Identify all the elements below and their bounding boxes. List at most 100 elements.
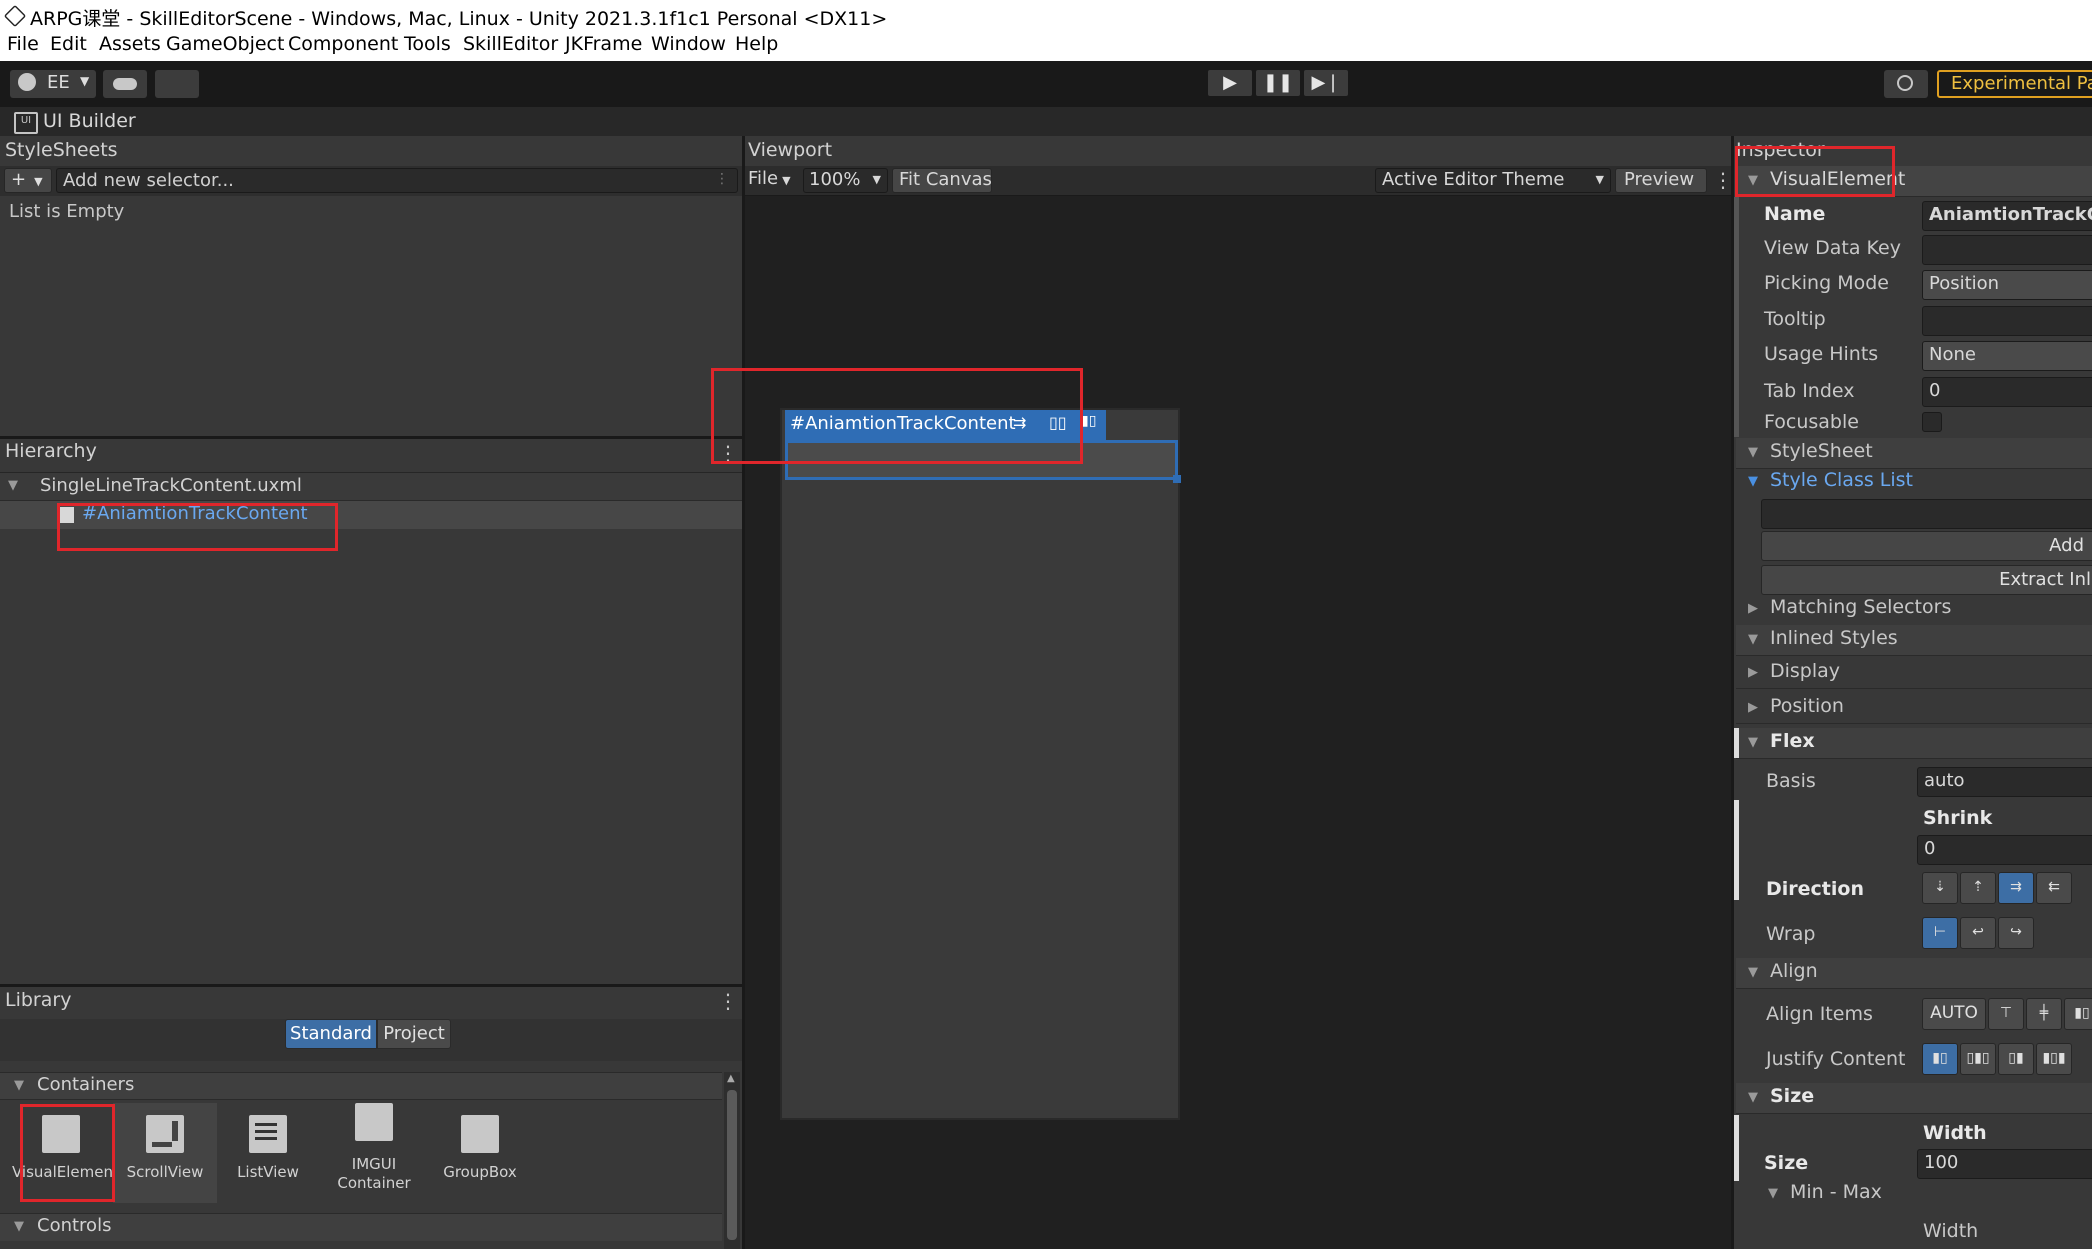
width-label: Width <box>1923 1122 1987 1144</box>
usage-hints-dropdown[interactable]: None <box>1922 341 2092 371</box>
wrap-reverse-button[interactable]: ↪ <box>1998 917 2034 949</box>
basis-field[interactable]: auto <box>1917 767 2092 797</box>
add-stylesheet-button[interactable]: + ▼ <box>4 168 52 193</box>
shrink-field[interactable]: 0 <box>1917 835 2092 865</box>
menu-tools[interactable]: Tools <box>404 33 451 55</box>
justify-space-between-button[interactable]: ▮▯▮ <box>2036 1043 2072 1075</box>
justify-start-button[interactable]: ▮▯ <box>1922 1043 1958 1075</box>
min-max-row[interactable]: ▼ Min - Max <box>1736 1181 2092 1209</box>
library-menu-icon[interactable]: ⋮ <box>718 989 738 1013</box>
tab-project[interactable]: Project <box>377 1019 451 1049</box>
viewport-file-menu[interactable]: File ▼ <box>748 168 798 193</box>
expand-caret-icon[interactable]: ▼ <box>1748 1090 1758 1105</box>
menu-edit[interactable]: Edit <box>50 33 87 55</box>
align-flex-start-button[interactable]: ⊤ <box>1988 998 2024 1030</box>
display-section[interactable]: ▶ Display <box>1736 658 2092 689</box>
matching-selectors-row[interactable]: ▶ Matching Selectors <box>1736 595 2092 625</box>
preview-button[interactable]: Preview <box>1615 168 1707 193</box>
inlined-styles-section[interactable]: ▼ Inlined Styles <box>1736 625 2092 656</box>
library-item-scrollview[interactable]: ScrollView <box>113 1103 217 1203</box>
direction-row-reverse-button[interactable]: ⇇ <box>2036 872 2072 904</box>
menu-window[interactable]: Window <box>651 33 726 55</box>
size-section[interactable]: ▼ Size <box>1736 1083 2092 1114</box>
collab-button[interactable] <box>155 70 199 98</box>
picking-mode-dropdown[interactable]: Position <box>1922 270 2092 300</box>
scroll-up-icon[interactable]: ▲ <box>727 1073 735 1084</box>
pause-button[interactable]: ❚❚ <box>1256 70 1300 96</box>
justify-end-button[interactable]: ▯▮ <box>1998 1043 2034 1075</box>
hierarchy-root-row[interactable]: ▼ SingleLineTrackContent.uxml <box>0 473 742 501</box>
menu-component[interactable]: Component <box>288 33 398 55</box>
library-item-listview[interactable]: ListView <box>218 1103 318 1203</box>
align-section[interactable]: ▼ Align <box>1736 958 2092 989</box>
canvas[interactable] <box>780 408 1180 1120</box>
library-item-imgui-container[interactable]: IMGUI Container <box>322 1103 426 1203</box>
step-button[interactable]: ▶❘ <box>1304 70 1348 96</box>
containers-section[interactable]: ▼ Containers <box>0 1072 722 1100</box>
menu-file[interactable]: File <box>7 33 39 55</box>
tab-index-field[interactable]: 0 <box>1922 377 2092 407</box>
history-button[interactable] <box>1884 70 1928 98</box>
expand-caret-icon[interactable]: ▼ <box>1748 474 1758 489</box>
scrollbar-thumb[interactable] <box>727 1090 737 1240</box>
expand-caret-icon[interactable]: ▼ <box>1768 1186 1778 1201</box>
nowrap-button[interactable]: ⊢ <box>1922 917 1958 949</box>
view-data-key-field[interactable] <box>1922 235 2092 265</box>
menu-gameobject[interactable]: GameObject <box>166 33 284 55</box>
library-item-groupbox[interactable]: GroupBox <box>430 1103 530 1203</box>
menu-assets[interactable]: Assets <box>99 33 161 55</box>
theme-dropdown[interactable]: Active Editor Theme ▼ <box>1375 168 1611 193</box>
align-items-auto-button[interactable]: AUTO <box>1922 998 1986 1030</box>
account-icon <box>18 73 36 91</box>
library-tabs-bar: Standard Project <box>0 1019 742 1061</box>
focusable-checkbox[interactable] <box>1922 412 1942 432</box>
direction-column-button[interactable]: ⇣ <box>1922 872 1958 904</box>
chevron-down-icon: ▼ <box>872 173 881 186</box>
width-field[interactable]: 100 <box>1917 1149 2092 1179</box>
expand-caret-icon[interactable]: ▼ <box>1748 445 1758 460</box>
align-flex-end-button[interactable]: ▮▯ <box>2064 998 2092 1030</box>
account-dropdown[interactable]: EE ▼ <box>10 70 96 98</box>
library-item-label: IMGUI Container <box>337 1155 411 1192</box>
expand-caret-icon[interactable]: ▼ <box>1748 735 1758 750</box>
menu-skilleditor[interactable]: SkillEditor <box>463 33 558 55</box>
ui-builder-tab[interactable]: UI UI Builder <box>0 107 2092 136</box>
controls-section[interactable]: ▼ Controls <box>0 1213 722 1241</box>
expand-caret-icon[interactable]: ▼ <box>14 1078 24 1093</box>
align-center-button[interactable]: ╪ <box>2026 998 2062 1030</box>
menu-help[interactable]: Help <box>735 33 778 55</box>
selector-input[interactable]: Add new selector... ⋮ <box>56 168 738 193</box>
resize-handle[interactable] <box>1173 475 1181 483</box>
position-section[interactable]: ▶ Position <box>1736 693 2092 724</box>
direction-row-button[interactable]: ⇉ <box>1998 872 2034 904</box>
play-button[interactable]: ▶ <box>1208 70 1252 96</box>
cloud-button[interactable] <box>103 70 147 98</box>
extract-inlined-button[interactable]: Extract Inli <box>1761 565 2092 595</box>
name-field[interactable]: AniamtionTrackCo <box>1922 201 2092 231</box>
stylesheet-section[interactable]: ▼ StyleSheet <box>1736 438 2092 469</box>
expand-caret-icon[interactable]: ▶ <box>1748 601 1758 616</box>
justify-center-button[interactable]: ▯▮▯ <box>1960 1043 1996 1075</box>
viewport-menu-icon[interactable]: ⋮ <box>1713 168 1733 192</box>
flex-section[interactable]: ▼ Flex <box>1736 728 2092 759</box>
wrap-button[interactable]: ↩ <box>1960 917 1996 949</box>
zoom-dropdown[interactable]: 100% ▼ <box>803 168 888 193</box>
tooltip-field[interactable] <box>1922 306 2092 336</box>
expand-caret-icon[interactable]: ▶ <box>1748 665 1758 680</box>
expand-caret-icon[interactable]: ▼ <box>1748 632 1758 647</box>
menu-jkframe[interactable]: JKFrame <box>565 33 642 55</box>
add-class-button[interactable]: Add <box>1761 531 2092 561</box>
library-scrollbar[interactable]: ▲ <box>724 1072 740 1249</box>
style-class-list-row[interactable]: ▼ Style Class List <box>1736 468 2092 498</box>
experimental-packages-badge[interactable]: Experimental Pac <box>1937 70 2092 98</box>
expand-caret-icon[interactable]: ▼ <box>14 1219 24 1234</box>
fit-canvas-button[interactable]: Fit Canvas <box>892 168 992 193</box>
direction-column-reverse-button[interactable]: ⇡ <box>1960 872 1996 904</box>
expand-caret-icon[interactable]: ▼ <box>8 478 18 493</box>
align-end-icon: ▮▯ <box>2074 1005 2090 1021</box>
tab-standard[interactable]: Standard <box>285 1019 377 1049</box>
expand-caret-icon[interactable]: ▶ <box>1748 700 1758 715</box>
style-class-input[interactable] <box>1761 499 2092 529</box>
justify-icon[interactable]: ▮▯ <box>1081 413 1096 429</box>
expand-caret-icon[interactable]: ▼ <box>1748 965 1758 980</box>
